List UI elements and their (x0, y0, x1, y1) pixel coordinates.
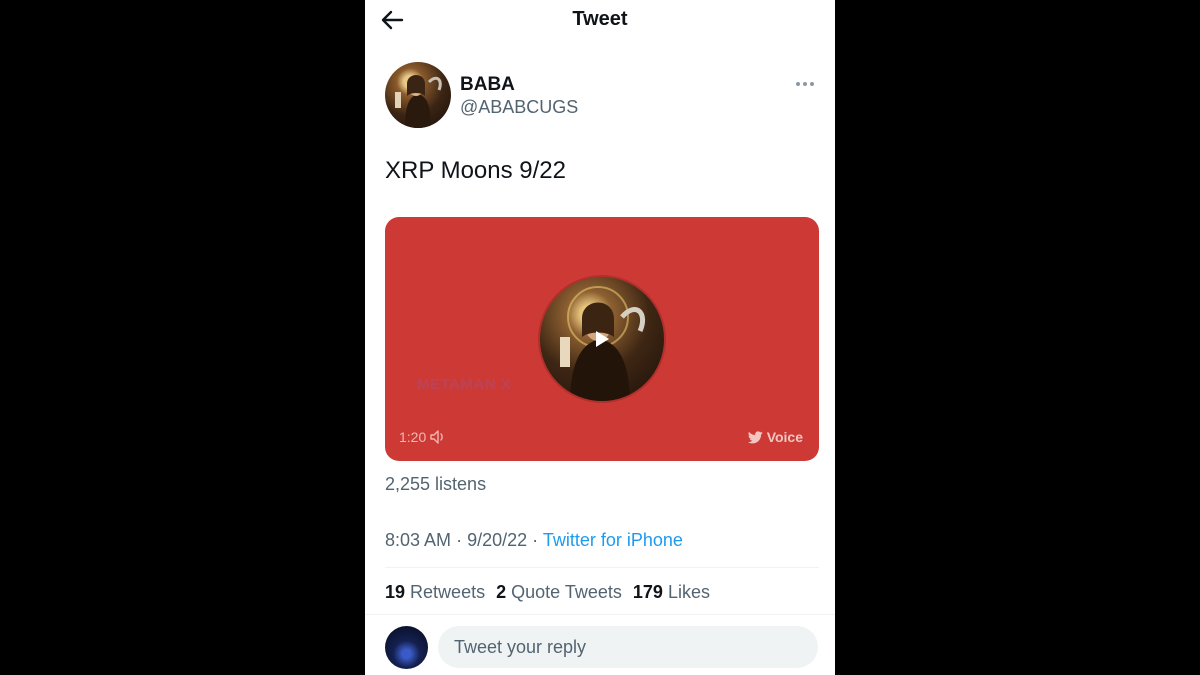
quote-tweets-stat[interactable]: 2 Quote Tweets (496, 582, 622, 602)
reply-avatar[interactable] (385, 626, 428, 669)
back-button[interactable] (377, 6, 407, 34)
tweet-time[interactable]: 8:03 AM (385, 530, 451, 550)
arrow-left-icon (381, 10, 404, 30)
speaker-icon[interactable] (430, 430, 446, 444)
author-handle[interactable]: @ABABCUGS (460, 97, 578, 118)
retweets-count: 19 (385, 582, 406, 602)
voice-label: Voice (747, 429, 803, 445)
voice-card[interactable]: METAMAN X 1:20 Voice (385, 217, 819, 461)
reply-bar (365, 614, 835, 675)
tweet-stats: 19 Retweets 2 Quote Tweets 179 Likes (385, 582, 716, 603)
tweet-date[interactable]: 9/20/22 (467, 530, 527, 550)
divider (385, 567, 819, 568)
quotes-label: Quote Tweets (511, 582, 622, 602)
tweet-source-link[interactable]: Twitter for iPhone (543, 530, 683, 550)
reply-input[interactable] (438, 626, 818, 668)
tweet-text: XRP Moons 9/22 (385, 157, 566, 184)
more-options-button[interactable] (793, 74, 817, 94)
retweets-stat[interactable]: 19 Retweets (385, 582, 485, 602)
retweets-label: Retweets (410, 582, 486, 602)
header: Tweet (365, 0, 835, 40)
voice-duration: 1:20 (399, 429, 446, 445)
author-avatar[interactable] (385, 62, 451, 128)
more-dots-icon (796, 82, 814, 86)
watermark-text: METAMAN X (417, 376, 512, 393)
author-display-name[interactable]: BABA (460, 74, 515, 96)
twitter-bird-icon (747, 430, 763, 443)
duration-text: 1:20 (399, 429, 427, 445)
play-icon (596, 331, 609, 347)
quotes-count: 2 (496, 582, 507, 602)
meta-separator: · (456, 530, 463, 550)
page-title: Tweet (572, 8, 628, 30)
listen-count: 2,255 listens (385, 474, 487, 494)
tweet-screen: Tweet BABA @ABABCUGS XRP Moons 9/22 META… (365, 0, 835, 675)
likes-stat[interactable]: 179 Likes (633, 582, 710, 602)
avatar-figure (395, 75, 442, 128)
play-button[interactable] (590, 327, 614, 351)
voice-avatar (538, 275, 666, 403)
likes-label: Likes (667, 582, 710, 602)
likes-count: 179 (632, 582, 663, 602)
tweet-meta: 8:03 AM · 9/20/22 · Twitter for iPhone (385, 530, 683, 551)
voice-label-text: Voice (766, 429, 803, 445)
meta-separator: · (532, 530, 539, 550)
